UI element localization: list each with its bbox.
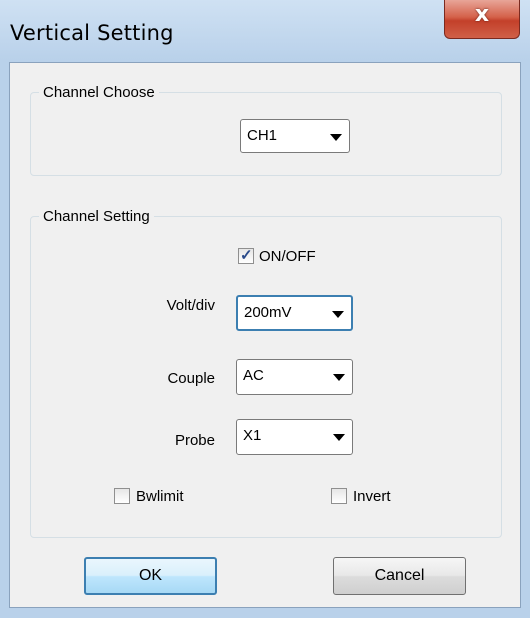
bwlimit-checkbox[interactable]: [114, 488, 130, 504]
ok-button[interactable]: OK: [84, 557, 217, 595]
volt-div-label: Volt/div: [166, 297, 215, 314]
channel-choose-legend: Channel Choose: [39, 84, 159, 101]
couple-select[interactable]: AC: [236, 359, 353, 395]
cancel-button[interactable]: Cancel: [333, 557, 466, 595]
invert-label: Invert: [353, 488, 391, 505]
chevron-down-icon: [332, 311, 344, 318]
close-icon: x: [474, 2, 490, 27]
probe-value: X1: [243, 427, 262, 444]
chevron-down-icon: [330, 134, 342, 141]
chevron-down-icon: [333, 374, 345, 381]
title-bar: Vertical Setting x: [0, 0, 530, 62]
volt-div-select[interactable]: 200mV: [236, 295, 353, 331]
channel-choose-group: Channel Choose CH1: [30, 84, 502, 176]
couple-label: Couple: [167, 370, 215, 387]
invert-checkbox[interactable]: [331, 488, 347, 504]
dialog-client-area: Channel Choose CH1 Channel Setting ✓ ON/…: [9, 62, 521, 608]
probe-select[interactable]: X1: [236, 419, 353, 455]
bwlimit-label: Bwlimit: [136, 488, 184, 505]
chevron-down-icon: [333, 434, 345, 441]
volt-div-value: 200mV: [244, 304, 292, 321]
window-title: Vertical Setting: [10, 21, 174, 45]
probe-label: Probe: [174, 432, 215, 449]
close-button[interactable]: x: [444, 0, 520, 39]
channel-select-value: CH1: [247, 127, 278, 144]
couple-value: AC: [243, 367, 264, 384]
channel-setting-group: Channel Setting ✓ ON/OFF Volt/div 200mV …: [30, 208, 502, 538]
on-off-checkbox[interactable]: ✓: [238, 247, 254, 264]
dialog-window: Vertical Setting x Channel Choose CH1 Ch…: [0, 0, 530, 618]
checkmark-icon: ✓: [240, 247, 253, 264]
channel-select[interactable]: CH1: [240, 119, 350, 153]
on-off-label: ON/OFF: [259, 248, 316, 265]
channel-setting-legend: Channel Setting: [39, 208, 154, 225]
